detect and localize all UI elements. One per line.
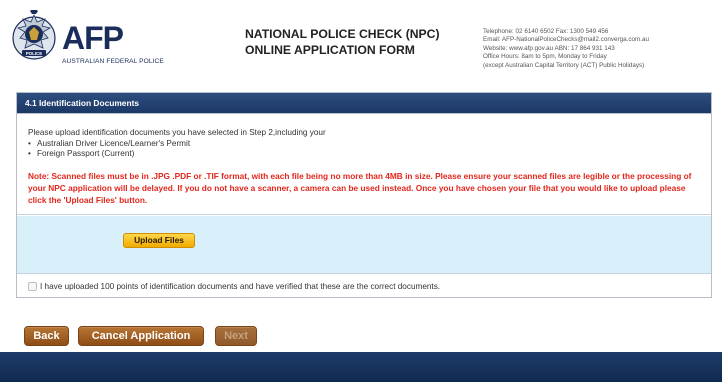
title-line-1: NATIONAL POLICE CHECK (NPC) (245, 27, 440, 41)
back-button[interactable]: Back (24, 326, 69, 346)
instructions: Please upload identification documents y… (17, 115, 711, 215)
page-title: NATIONAL POLICE CHECK (NPC) ONLINE APPLI… (245, 26, 475, 58)
svg-text:POLICE: POLICE (26, 51, 42, 56)
upload-note: Note: Scanned files must be in .JPG .PDF… (28, 171, 692, 205)
document-item: Australian Driver Licence/Learner's Perm… (28, 139, 190, 149)
title-line-2: ONLINE APPLICATION FORM (245, 43, 415, 57)
page: POLICE AFP AUSTRALIAN FEDERAL POLICE NAT… (0, 0, 722, 382)
contact-hours: Office Hours: 8am to 5pm, Monday to Frid… (483, 53, 607, 61)
contact-holidays: (except Australian Capital Territory (AC… (483, 61, 645, 69)
header: POLICE AFP AUSTRALIAN FEDERAL POLICE NAT… (0, 0, 722, 92)
footer-bar (0, 352, 722, 382)
confirm-label[interactable]: I have uploaded 100 points of identifica… (40, 282, 440, 291)
section-header: 4.1 Identification Documents (17, 93, 711, 114)
upload-files-button[interactable]: Upload Files (123, 233, 195, 248)
cancel-application-button[interactable]: Cancel Application (78, 326, 204, 346)
contact-website[interactable]: Website: www.afp.gov.au ABN: 17 864 931 … (483, 45, 719, 53)
contact-phone: Telephone: 02 6140 6502 Fax: 1300 549 45… (483, 28, 609, 35)
confirmation-row: I have uploaded 100 points of identifica… (17, 275, 711, 297)
upload-area: Upload Files (17, 216, 711, 274)
confirm-checkbox[interactable] (28, 282, 37, 291)
contact-email[interactable]: Email: AFP-NationalPoliceChecks@mail2.co… (483, 36, 719, 44)
document-list: Australian Driver Licence/Learner's Perm… (28, 139, 190, 159)
logo-text: AFP (62, 20, 124, 56)
logo-subtext: AUSTRALIAN FEDERAL POLICE (62, 58, 164, 65)
section-title: 4.1 Identification Documents (25, 98, 140, 108)
identification-panel: 4.1 Identification Documents Please uplo… (16, 92, 712, 298)
police-crest-icon: POLICE (12, 10, 56, 60)
intro-text: Please upload identification documents y… (28, 128, 326, 137)
contact-info: Telephone: 02 6140 6502 Fax: 1300 549 45… (483, 28, 719, 70)
afp-logo[interactable]: POLICE AFP AUSTRALIAN FEDERAL POLICE (8, 10, 164, 72)
document-item: Foreign Passport (Current) (28, 149, 190, 159)
next-button[interactable]: Next (215, 326, 257, 346)
